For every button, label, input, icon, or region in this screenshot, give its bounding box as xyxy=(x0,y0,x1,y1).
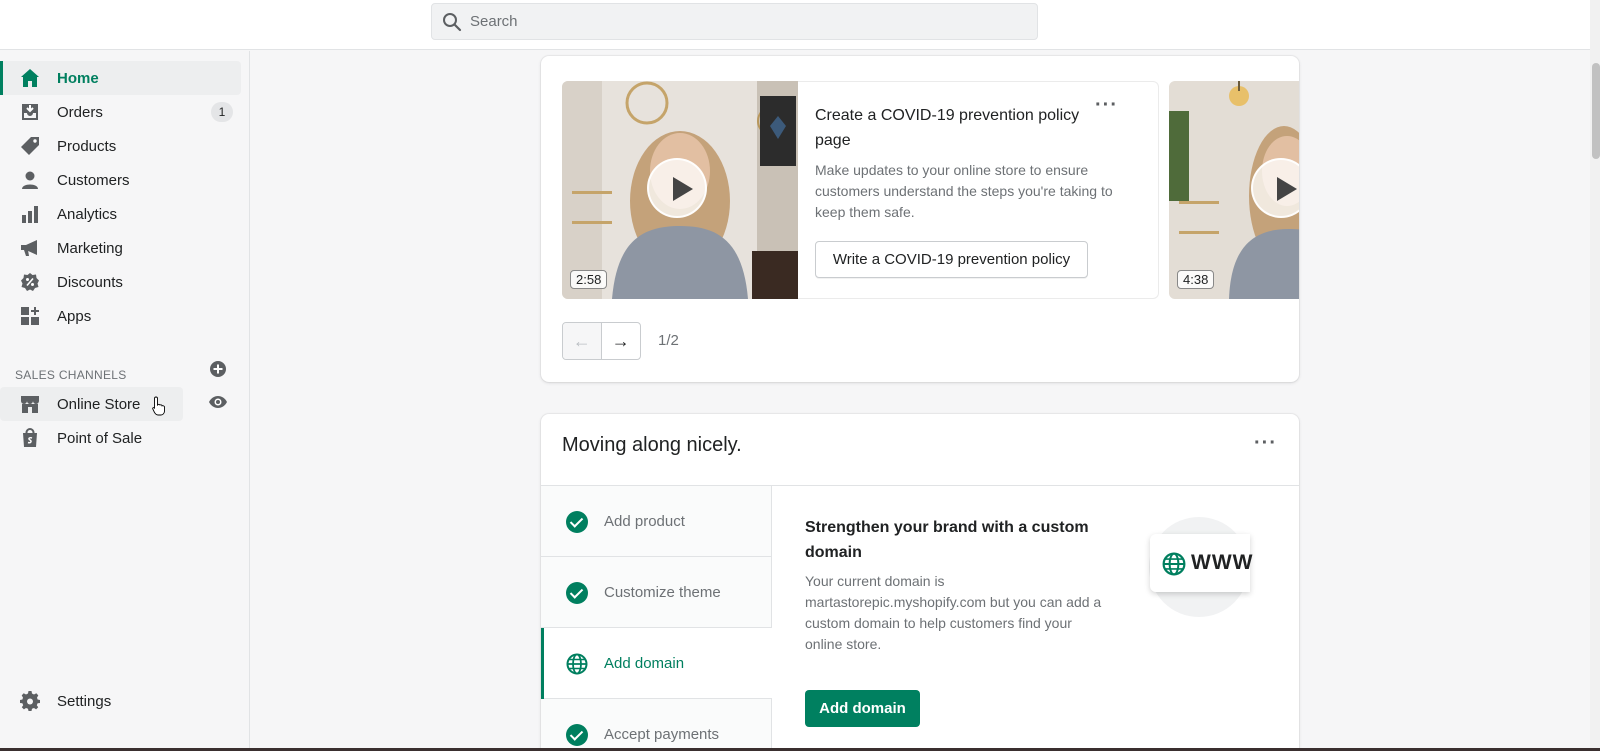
add-circle-icon[interactable] xyxy=(209,360,227,378)
search-bar[interactable] xyxy=(431,3,1038,40)
card-header: Moving along nicely. ··· xyxy=(541,414,1299,486)
sidebar-item-products[interactable]: Products xyxy=(0,129,241,163)
apps-icon xyxy=(21,307,39,325)
step-label: Accept payments xyxy=(604,726,720,743)
video-duration: 4:38 xyxy=(1177,270,1215,289)
tip-title: Create a COVID-19 prevention policy page xyxy=(815,107,1080,149)
video-tips-card: 2:58 Create a COVID-19 prevention policy… xyxy=(541,56,1299,382)
write-policy-button[interactable]: Write a COVID-19 prevention policy xyxy=(815,241,1088,278)
video-thumbnail[interactable]: 2:58 xyxy=(562,81,798,299)
sidebar-item-label: Settings xyxy=(57,692,112,710)
carousel-pager: ← → xyxy=(562,322,641,360)
bar-chart-icon xyxy=(22,206,38,223)
sidebar-item-analytics[interactable]: Analytics xyxy=(0,197,241,231)
globe-icon xyxy=(566,653,588,675)
pointer-cursor-icon xyxy=(152,396,165,416)
sidebar-item-marketing[interactable]: Marketing xyxy=(0,231,241,265)
card-title: Moving along nicely. xyxy=(562,434,742,456)
scrollbar-thumb[interactable] xyxy=(1592,63,1600,159)
tip-description: Make updates to your online store to ens… xyxy=(815,162,1113,220)
gear-icon xyxy=(20,691,40,711)
more-actions-icon[interactable]: ··· xyxy=(1254,433,1277,453)
checkmark-circle-icon xyxy=(566,582,588,604)
discount-icon xyxy=(21,273,39,291)
store-icon xyxy=(21,396,39,413)
sidebar-item-label: Orders xyxy=(57,103,103,121)
sidebar-item-point-of-sale[interactable]: Point of Sale xyxy=(0,421,241,455)
checkmark-circle-icon xyxy=(566,724,588,746)
sidebar-item-home[interactable]: Home xyxy=(0,61,241,95)
step-accept-payments[interactable]: Accept payments xyxy=(541,699,772,751)
sidebar-item-label: Apps xyxy=(57,307,92,325)
setup-steps-list: Add product Customize theme Add domain A… xyxy=(541,486,772,751)
sidebar-item-label: Point of Sale xyxy=(57,429,143,447)
sidebar-item-label: Home xyxy=(57,69,99,87)
sidebar-item-label: Online Store xyxy=(57,395,141,413)
video-thumbnail[interactable]: 4:38 xyxy=(1169,81,1299,299)
sidebar-item-orders[interactable]: Orders 1 xyxy=(0,95,241,129)
sidebar: Home Orders 1 Products Customers Analyti… xyxy=(0,51,250,748)
step-detail-title: Strengthen your brand with a custom doma… xyxy=(805,519,1089,561)
tag-icon xyxy=(21,137,39,155)
shopping-bag-icon xyxy=(23,428,37,447)
sidebar-item-customers[interactable]: Customers xyxy=(0,163,241,197)
setup-guide-card: Moving along nicely. ··· Add product Cus… xyxy=(541,414,1299,751)
step-add-domain[interactable]: Add domain xyxy=(541,628,772,699)
checkmark-circle-icon xyxy=(566,511,588,533)
sales-channels-heading: SALES CHANNELS xyxy=(15,368,127,382)
sidebar-item-label: Analytics xyxy=(57,205,118,223)
step-add-product[interactable]: Add product xyxy=(541,486,772,557)
orders-count-badge: 1 xyxy=(211,102,233,122)
next-arrow-icon[interactable]: → xyxy=(601,323,640,359)
step-label: Customize theme xyxy=(604,584,721,601)
step-detail-description: Your current domain is martastorepic.mys… xyxy=(805,573,1102,652)
eye-icon[interactable] xyxy=(208,394,228,410)
play-button[interactable] xyxy=(647,158,707,218)
home-icon xyxy=(21,69,39,87)
previous-arrow-icon[interactable]: ← xyxy=(563,323,602,359)
sidebar-item-label: Discounts xyxy=(57,273,123,291)
orders-icon xyxy=(22,104,38,120)
add-domain-button[interactable]: Add domain xyxy=(805,690,920,727)
sidebar-item-label: Customers xyxy=(57,171,130,189)
search-input[interactable] xyxy=(470,13,1010,30)
sidebar-item-apps[interactable]: Apps xyxy=(0,299,241,333)
sidebar-item-label: Products xyxy=(57,137,117,155)
person-icon xyxy=(22,171,38,189)
megaphone-icon xyxy=(21,240,37,256)
search-icon xyxy=(443,12,462,31)
step-customize-theme[interactable]: Customize theme xyxy=(541,557,772,628)
sidebar-item-discounts[interactable]: Discounts xyxy=(0,265,241,299)
sidebar-item-settings[interactable]: Settings xyxy=(0,684,241,718)
more-actions-icon[interactable]: ··· xyxy=(1095,95,1118,115)
sidebar-item-label: Marketing xyxy=(57,239,123,257)
video-duration: 2:58 xyxy=(570,270,608,289)
page-indicator: 1/2 xyxy=(658,332,679,349)
www-label: WWW xyxy=(1191,551,1254,574)
step-label: Add product xyxy=(604,513,685,530)
step-label: Add domain xyxy=(604,655,685,672)
top-bar xyxy=(0,0,1590,50)
globe-icon xyxy=(1162,552,1186,576)
